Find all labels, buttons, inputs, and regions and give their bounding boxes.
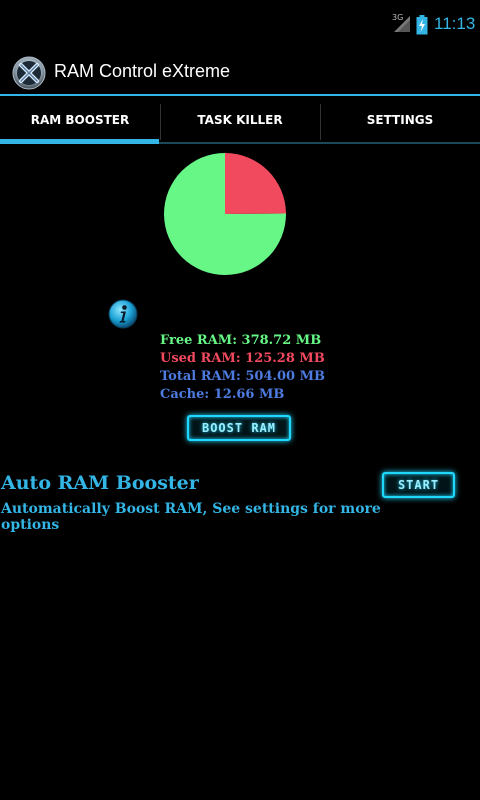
status-time: 11:13 (434, 14, 476, 33)
tab-task-killer[interactable]: TASK KILLER (160, 96, 320, 144)
ram-pie-chart (164, 153, 286, 275)
app-title: RAM Control eXtreme (54, 61, 231, 81)
info-icon[interactable] (108, 299, 138, 329)
tab-selected-indicator (0, 139, 159, 144)
pie-slice-used (225, 153, 286, 214)
auto-booster-title: Auto RAM Booster (1, 472, 199, 494)
tab-settings[interactable]: SETTINGS (320, 96, 480, 144)
tab-ram-booster[interactable]: RAM BOOSTER (0, 96, 160, 144)
boost-ram-button[interactable]: BOOST RAM (187, 415, 291, 441)
used-ram-label: Used RAM: 125.28 MB (160, 351, 325, 366)
free-ram-label: Free RAM: 378.72 MB (160, 333, 322, 348)
start-button[interactable]: START (382, 472, 455, 498)
x-logo-icon[interactable] (12, 56, 46, 90)
signal-icon (394, 16, 410, 32)
cache-label: Cache: 12.66 MB (160, 387, 285, 402)
battery-icon (416, 15, 428, 35)
total-ram-label: Total RAM: 504.00 MB (160, 369, 326, 384)
auto-booster-description: Automatically Boost RAM, See settings fo… (1, 501, 381, 533)
